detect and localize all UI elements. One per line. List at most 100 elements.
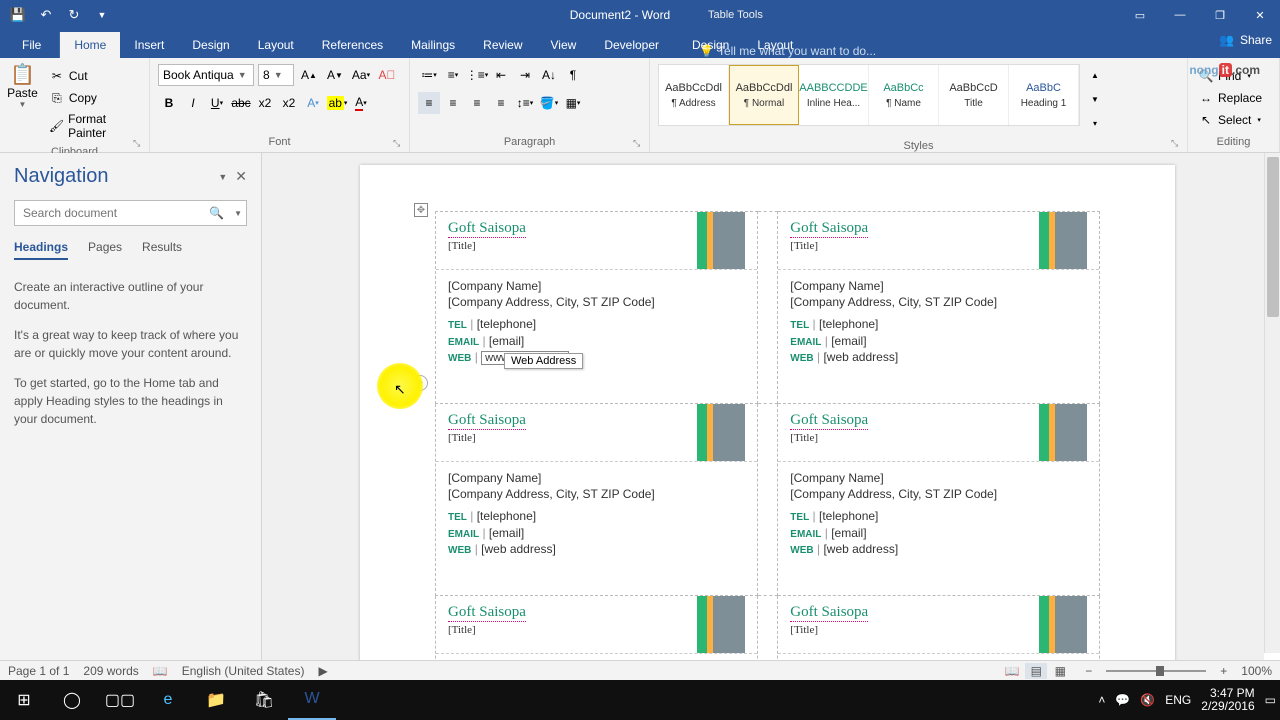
nav-dropdown-icon[interactable]: ▼ — [218, 172, 227, 182]
decrease-indent-button[interactable]: ⇤ — [490, 64, 512, 86]
store-icon[interactable]: 🛍 — [240, 680, 288, 720]
status-page[interactable]: Page 1 of 1 — [8, 664, 69, 678]
style-item[interactable]: AaBbCc¶ Name — [869, 65, 939, 125]
nav-tab-headings[interactable]: Headings — [14, 240, 68, 260]
increase-indent-button[interactable]: ⇥ — [514, 64, 536, 86]
tab-home[interactable]: Home — [60, 32, 120, 58]
zoom-level[interactable]: 100% — [1241, 664, 1272, 678]
subscript-button[interactable]: x2 — [254, 92, 276, 114]
shrink-font-button[interactable]: A▼ — [324, 64, 346, 86]
multilevel-list-button[interactable]: ⋮≡▾ — [466, 64, 488, 86]
network-icon[interactable]: 🔇 — [1140, 693, 1155, 707]
nav-search-input[interactable] — [15, 206, 203, 220]
card-cell[interactable]: Goft Saisopa [Title] [Company Name] [Com… — [436, 212, 758, 404]
justify-button[interactable]: ≡ — [490, 92, 512, 114]
zoom-out-button[interactable]: − — [1085, 664, 1092, 678]
card-cell[interactable]: Goft Saisopa [Title] [Company Name] [Com… — [778, 596, 1100, 661]
search-dropdown-icon[interactable]: ▼ — [230, 209, 246, 218]
bullets-button[interactable]: ≔▾ — [418, 64, 440, 86]
align-right-button[interactable]: ≡ — [466, 92, 488, 114]
align-center-button[interactable]: ≡ — [442, 92, 464, 114]
grow-font-button[interactable]: A▲ — [298, 64, 320, 86]
tab-references[interactable]: References — [308, 32, 397, 58]
strikethrough-button[interactable]: abc — [230, 92, 252, 114]
file-explorer-icon[interactable]: 📁 — [192, 680, 240, 720]
tab-design[interactable]: Design — [178, 32, 243, 58]
cortana-icon[interactable]: ◯ — [48, 680, 96, 720]
word-taskbar-icon[interactable]: W — [288, 680, 336, 720]
search-icon[interactable]: 🔍 — [203, 206, 230, 220]
italic-button[interactable]: I — [182, 92, 204, 114]
redo-icon[interactable]: ↻ — [62, 3, 86, 27]
share-button[interactable]: 👥 Share — [1219, 33, 1272, 47]
text-effects-button[interactable]: A▾ — [302, 92, 324, 114]
underline-button[interactable]: U▾ — [206, 92, 228, 114]
vertical-scrollbar[interactable] — [1264, 153, 1280, 653]
scrollbar-thumb[interactable] — [1267, 157, 1279, 317]
tab-developer[interactable]: Developer — [590, 32, 673, 58]
zoom-slider[interactable] — [1106, 670, 1206, 672]
styles-launcher[interactable]: ⤡ — [1171, 138, 1183, 150]
nav-search-box[interactable]: 🔍 ▼ — [14, 200, 247, 226]
tab-table-design[interactable]: Design — [678, 32, 743, 58]
save-icon[interactable]: 💾 — [6, 3, 30, 27]
tab-view[interactable]: View — [537, 32, 591, 58]
tray-up-icon[interactable]: ˄ — [1098, 693, 1105, 707]
notification-icon[interactable]: ▭ — [1265, 693, 1276, 707]
format-painter-button[interactable]: 🖌Format Painter — [45, 110, 143, 142]
numbering-button[interactable]: ≡▾ — [442, 64, 464, 86]
minimize-icon[interactable]: — — [1160, 0, 1200, 30]
paragraph-launcher[interactable]: ⤡ — [633, 138, 645, 150]
web-layout-icon[interactable]: ▦ — [1049, 663, 1071, 679]
file-tab[interactable]: File — [4, 32, 60, 58]
zoom-in-button[interactable]: + — [1220, 664, 1227, 678]
card-cell[interactable]: Goft Saisopa [Title] [Company Name] [Com… — [436, 596, 758, 661]
style-item[interactable]: AABBCCDDEInline Hea... — [799, 65, 869, 125]
undo-icon[interactable]: ↶ — [34, 3, 58, 27]
card-cell[interactable]: Goft Saisopa [Title] [Company Name] [Com… — [436, 404, 758, 596]
ribbon-options-icon[interactable]: ▭ — [1120, 0, 1160, 30]
shading-button[interactable]: 🪣▾ — [538, 92, 560, 114]
clipboard-launcher[interactable]: ⤡ — [133, 138, 145, 150]
macro-icon[interactable]: ▶ — [318, 664, 327, 678]
language-indicator[interactable]: ENG — [1165, 693, 1191, 707]
nav-tab-pages[interactable]: Pages — [88, 240, 122, 260]
qat-customize-icon[interactable]: ▼ — [90, 3, 114, 27]
task-view-icon[interactable]: ▢▢ — [96, 680, 144, 720]
styles-scroll-up[interactable]: ▲ — [1084, 64, 1106, 86]
card-cell[interactable]: Goft Saisopa [Title] [Company Name] [Com… — [778, 212, 1100, 404]
nav-tab-results[interactable]: Results — [142, 240, 182, 260]
tab-mailings[interactable]: Mailings — [397, 32, 469, 58]
sort-button[interactable]: A↓ — [538, 64, 560, 86]
tab-layout[interactable]: Layout — [244, 32, 308, 58]
tab-review[interactable]: Review — [469, 32, 536, 58]
paste-button[interactable]: 📋 Paste ▼ — [4, 64, 41, 111]
tab-insert[interactable]: Insert — [120, 32, 178, 58]
style-item[interactable]: AaBbCcDdl¶ Normal — [729, 65, 799, 125]
clock[interactable]: 3:47 PM 2/29/2016 — [1201, 687, 1254, 713]
align-left-button[interactable]: ≡ — [418, 92, 440, 114]
document-area[interactable]: Goft Saisopa [Title] [Company Name] [Com… — [262, 153, 1264, 660]
font-name-combo[interactable]: Book Antiqua▼ — [158, 64, 254, 86]
bold-button[interactable]: B — [158, 92, 180, 114]
font-launcher[interactable]: ⤡ — [393, 138, 405, 150]
read-mode-icon[interactable]: 📖 — [1001, 663, 1023, 679]
table-move-handle[interactable]: ✥ — [414, 203, 428, 217]
styles-scroll-down[interactable]: ▼ — [1084, 88, 1106, 110]
action-center-icon[interactable]: 💬 — [1115, 693, 1130, 707]
copy-button[interactable]: ⎘Copy — [45, 88, 143, 108]
nav-close-icon[interactable]: ✕ — [235, 168, 247, 185]
close-icon[interactable]: ✕ — [1240, 0, 1280, 30]
highlight-button[interactable]: ab▾ — [326, 92, 348, 114]
font-size-combo[interactable]: 8▼ — [258, 64, 294, 86]
status-words[interactable]: 209 words — [83, 664, 138, 678]
row-insert-handle[interactable]: + — [412, 375, 428, 391]
maximize-icon[interactable]: ❐ — [1200, 0, 1240, 30]
proofing-icon[interactable]: 📖 — [153, 664, 168, 678]
start-button[interactable]: ⊞ — [0, 680, 48, 720]
show-marks-button[interactable]: ¶ — [562, 64, 584, 86]
style-item[interactable]: AaBbCcDTitle — [939, 65, 1009, 125]
edge-icon[interactable]: e — [144, 680, 192, 720]
line-spacing-button[interactable]: ↕≡▾ — [514, 92, 536, 114]
cut-button[interactable]: ✂Cut — [45, 66, 143, 86]
